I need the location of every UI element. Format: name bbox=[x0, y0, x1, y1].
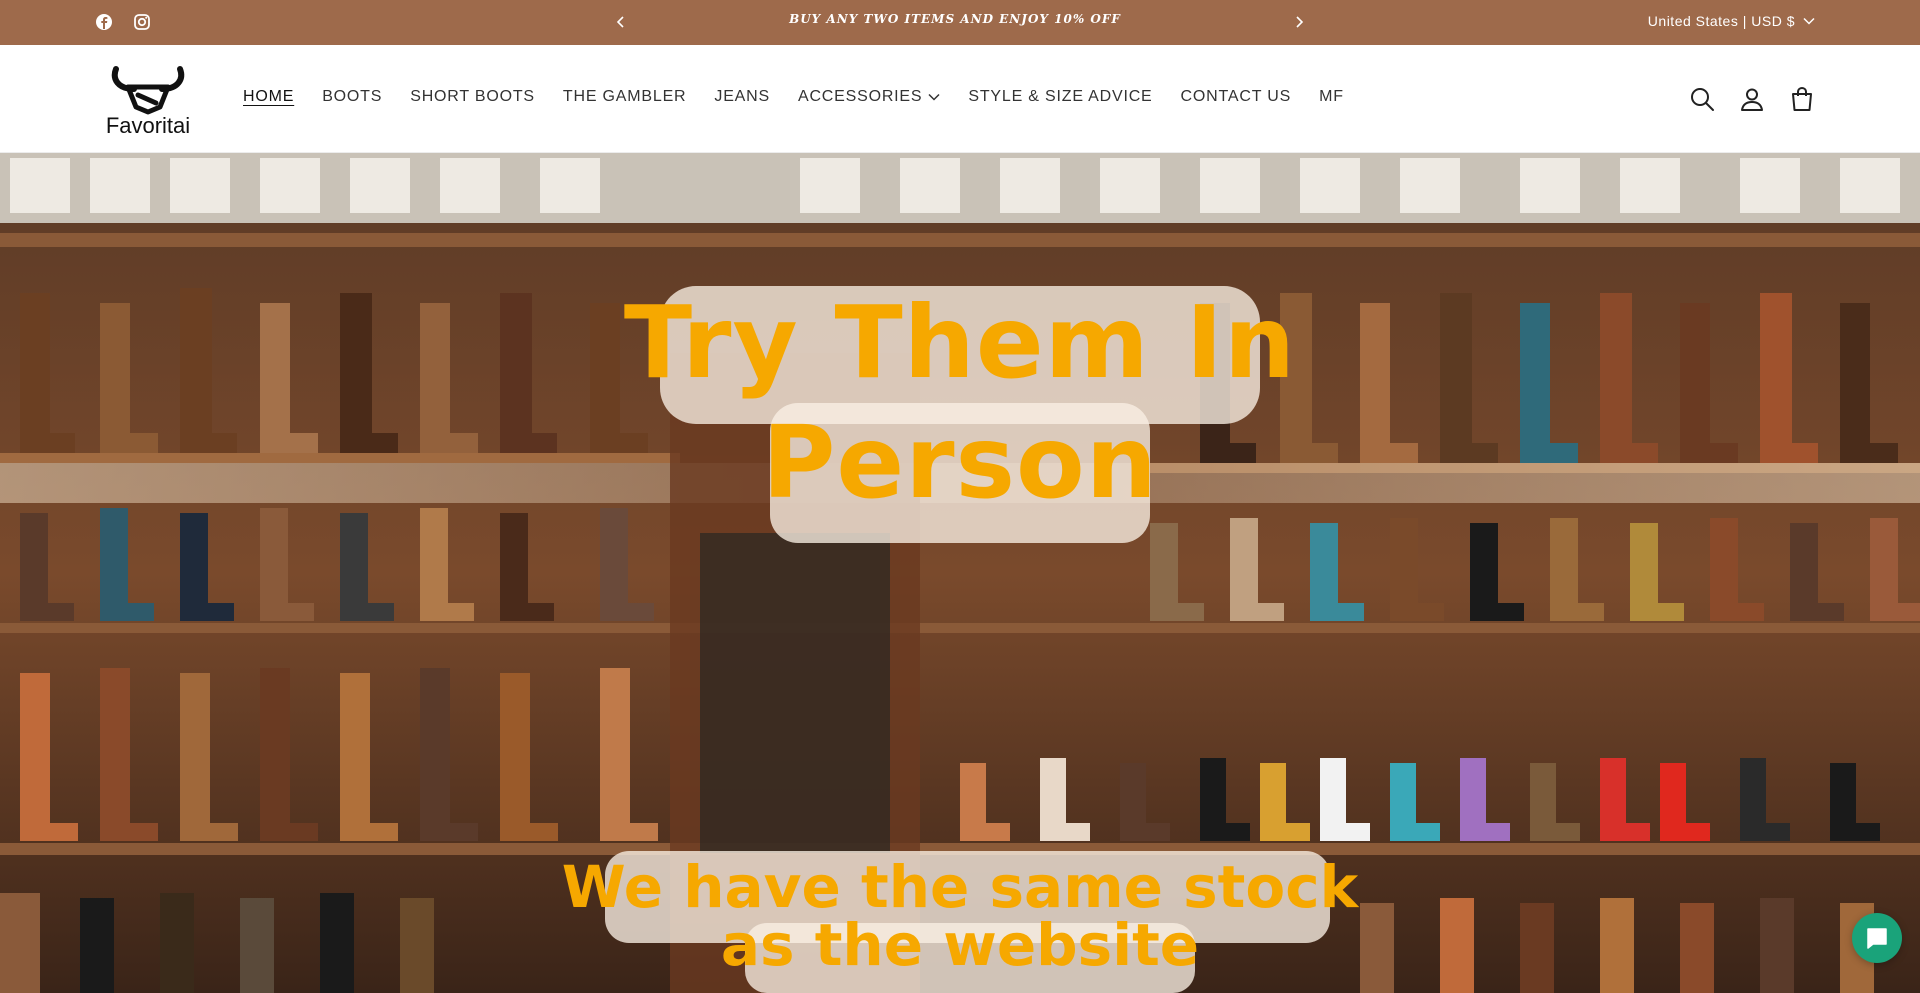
nav-contact-us[interactable]: CONTACT US bbox=[1181, 88, 1292, 106]
announcement-bar: BUY ANY TWO ITEMS AND ENJOY 10% OFF Unit… bbox=[0, 0, 1920, 45]
hero-subline-line1: We have the same stock bbox=[561, 853, 1359, 921]
nav-accessories[interactable]: ACCESSORIES bbox=[798, 88, 940, 106]
locale-label: United States | USD $ bbox=[1647, 13, 1795, 29]
chevron-left-icon[interactable] bbox=[610, 11, 632, 33]
hero-headline-line2: Person bbox=[762, 404, 1158, 521]
account-icon[interactable] bbox=[1738, 85, 1766, 113]
main-nav: HOME BOOTS SHORT BOOTS THE GAMBLER JEANS… bbox=[243, 88, 1372, 106]
instagram-icon bbox=[134, 14, 150, 30]
site-header: Favoritai HOME BOOTS SHORT BOOTS THE GAM… bbox=[0, 45, 1920, 153]
bull-logo-icon bbox=[111, 66, 185, 115]
nav-short-boots[interactable]: SHORT BOOTS bbox=[410, 88, 535, 106]
logo-text: Favoritai bbox=[105, 113, 191, 138]
facebook-icon bbox=[96, 14, 112, 30]
announcement-message: BUY ANY TWO ITEMS AND ENJOY 10% OFF bbox=[789, 12, 1121, 26]
nav-the-gambler[interactable]: THE GAMBLER bbox=[563, 88, 687, 106]
logo-link[interactable]: Favoritai bbox=[98, 65, 198, 140]
hero-subline: We have the same stock as the website bbox=[560, 858, 1360, 974]
nav-jeans[interactable]: JEANS bbox=[714, 88, 770, 106]
chevron-down-icon bbox=[928, 93, 940, 101]
hero-headline-line1: Try Them In bbox=[623, 284, 1297, 401]
country-currency-selector[interactable]: United States | USD $ bbox=[1648, 13, 1815, 29]
nav-accessories-label: ACCESSORIES bbox=[797, 88, 923, 105]
cart-icon[interactable] bbox=[1788, 85, 1816, 113]
nav-boots[interactable]: BOOTS bbox=[322, 88, 382, 106]
chat-icon bbox=[1867, 928, 1887, 949]
nav-home[interactable]: HOME bbox=[243, 88, 294, 106]
hero-subline-line2: as the website bbox=[720, 911, 1200, 979]
nav-mf[interactable]: MF bbox=[1319, 88, 1344, 106]
search-icon[interactable] bbox=[1688, 85, 1716, 113]
chevron-right-icon[interactable] bbox=[1288, 11, 1310, 33]
hero-headline: Try Them In Person bbox=[560, 283, 1360, 523]
instagram-link[interactable] bbox=[132, 12, 152, 32]
chat-button[interactable] bbox=[1852, 913, 1902, 963]
facebook-link[interactable] bbox=[94, 12, 114, 32]
header-actions bbox=[1688, 85, 1816, 113]
chevron-down-icon bbox=[1803, 17, 1815, 25]
hero-banner[interactable]: Try Them In Person We have the same stoc… bbox=[0, 153, 1920, 993]
nav-style-size-advice[interactable]: STYLE & SIZE ADVICE bbox=[968, 88, 1152, 106]
